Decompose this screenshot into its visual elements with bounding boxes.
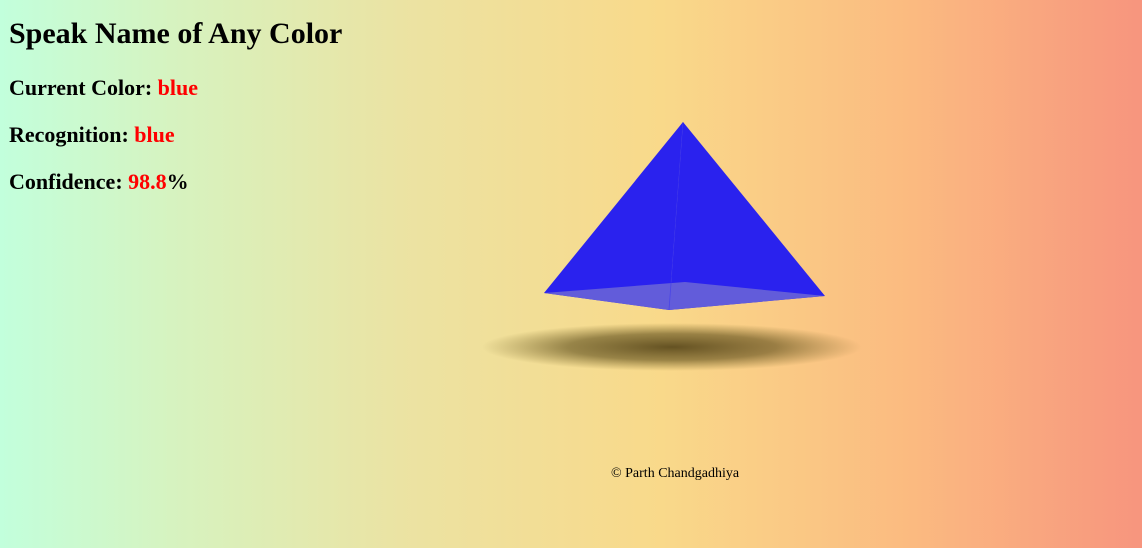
recognition-row: Recognition: blue bbox=[9, 122, 175, 148]
page-title: Speak Name of Any Color bbox=[9, 17, 343, 50]
pyramid-shadow bbox=[482, 323, 862, 371]
confidence-label: Confidence: bbox=[9, 169, 129, 194]
current-color-label: Current Color: bbox=[9, 75, 158, 100]
pyramid-shape bbox=[544, 121, 825, 311]
current-color-row: Current Color: blue bbox=[9, 75, 198, 101]
current-color-value: blue bbox=[157, 75, 199, 100]
pyramid-face-left bbox=[544, 122, 683, 310]
confidence-unit: % bbox=[166, 169, 189, 194]
pyramid-canvas bbox=[482, 121, 862, 371]
confidence-value: 98.8 bbox=[128, 169, 167, 194]
confidence-row: Confidence: 98.8% bbox=[9, 169, 189, 195]
footer-copyright: © Parth Chandgadhiya bbox=[611, 466, 740, 481]
pyramid-scene bbox=[480, 100, 880, 400]
recognition-label: Recognition: bbox=[9, 122, 135, 147]
pyramid-face-right bbox=[669, 122, 825, 310]
recognition-value: blue bbox=[134, 122, 175, 147]
